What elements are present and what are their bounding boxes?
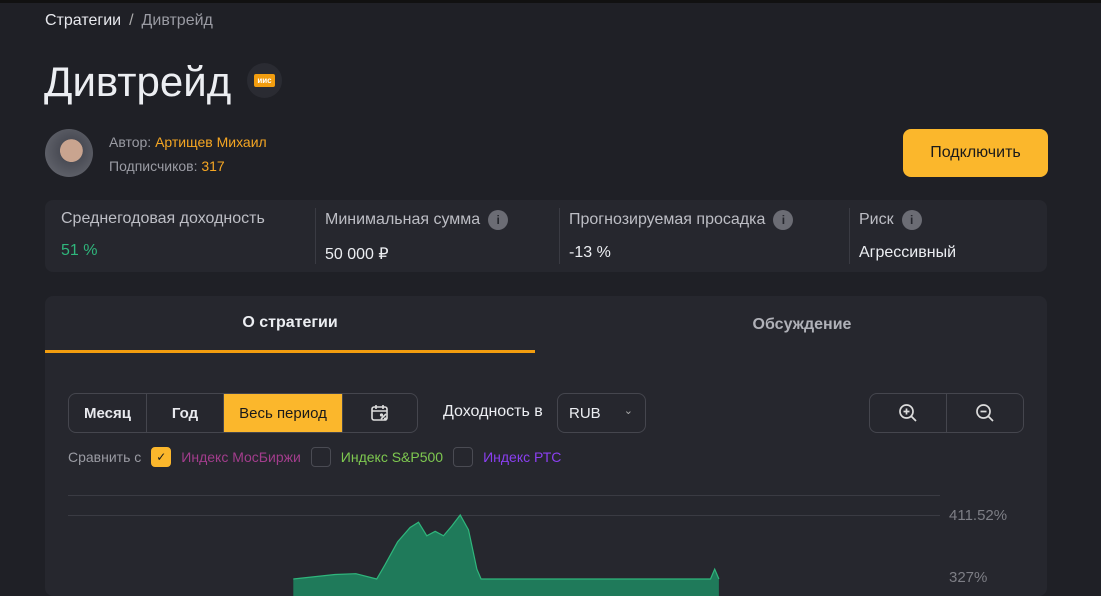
breadcrumb: Стратегии / Дивтрейд xyxy=(45,12,213,30)
author-line: Автор: Артищев Михаил xyxy=(109,134,267,150)
stat-annual-yield: Среднегодовая доходность 51 % xyxy=(61,210,265,264)
author-name-link[interactable]: Артищев Михаил xyxy=(155,134,267,150)
stat-label: Риск xyxy=(859,211,894,228)
iis-badge-label: иис xyxy=(254,74,275,87)
top-bar xyxy=(0,0,1101,3)
stats-panel: Среднегодовая доходность 51 % Минимальная… xyxy=(45,200,1047,272)
subscribers-count: 317 xyxy=(201,158,225,174)
stat-value: -13 % xyxy=(569,244,611,261)
author-label: Автор: xyxy=(109,134,152,150)
info-icon[interactable]: i xyxy=(488,210,509,230)
yield-chart xyxy=(293,513,720,596)
stat-label: Прогнозируемая просадка xyxy=(569,211,766,228)
author-avatar[interactable] xyxy=(45,129,93,177)
divider xyxy=(315,208,316,264)
info-icon[interactable]: i xyxy=(901,210,922,230)
subscribers-label: Подписчиков: xyxy=(109,158,198,174)
stat-value: 50 000 ₽ xyxy=(325,246,389,263)
stat-min-sum: Минимальная сумма i 50 000 ₽ xyxy=(325,210,509,264)
connect-button[interactable]: Подключить xyxy=(903,129,1048,177)
breadcrumb-strategies-link[interactable]: Стратегии xyxy=(45,12,121,29)
breadcrumb-current: Дивтрейд xyxy=(141,12,213,29)
series-line xyxy=(293,513,720,580)
subscribers-line: Подписчиков: 317 xyxy=(109,158,225,174)
breadcrumb-separator: / xyxy=(129,12,134,29)
stat-value: Агрессивный xyxy=(859,244,957,261)
iis-badge: иис xyxy=(247,63,282,98)
divider xyxy=(849,208,850,264)
divider xyxy=(559,208,560,264)
strategy-card: О стратегии Обсуждение Месяц Год Весь пе… xyxy=(45,296,1047,596)
stat-risk: Риск i Агрессивный xyxy=(859,210,956,264)
stat-value: 51 % xyxy=(61,242,98,259)
stat-drawdown: Прогнозируемая просадка i -13 % xyxy=(569,210,794,264)
info-icon[interactable]: i xyxy=(773,210,794,230)
stat-label: Среднегодовая доходность xyxy=(61,210,265,227)
page-title: Дивтрейд xyxy=(44,58,232,105)
page-margin xyxy=(1047,3,1101,580)
stat-label: Минимальная сумма xyxy=(325,211,481,228)
series-area xyxy=(293,515,719,596)
